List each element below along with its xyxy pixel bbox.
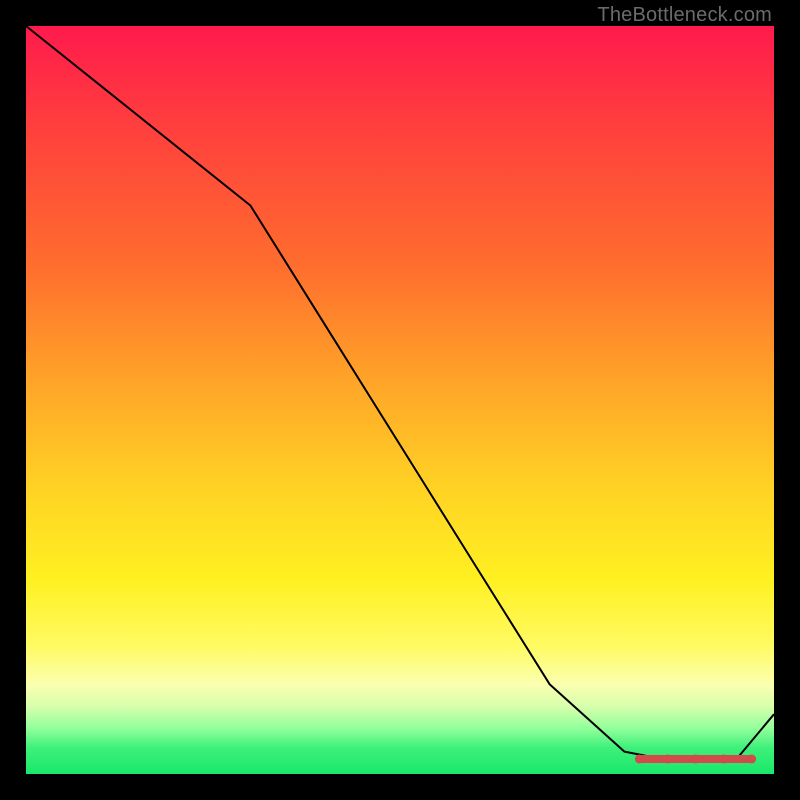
optimal-range-dot (663, 755, 672, 764)
optimal-range-dot (719, 755, 728, 764)
optimal-range-dot (691, 755, 700, 764)
plot-area (26, 26, 774, 774)
bottleneck-line (26, 26, 774, 759)
chart-frame: TheBottleneck.com (0, 0, 800, 800)
optimal-range-dot (747, 755, 756, 764)
optimal-range-dot (635, 755, 644, 764)
chart-svg (26, 26, 774, 774)
watermark-text: TheBottleneck.com (597, 4, 772, 27)
